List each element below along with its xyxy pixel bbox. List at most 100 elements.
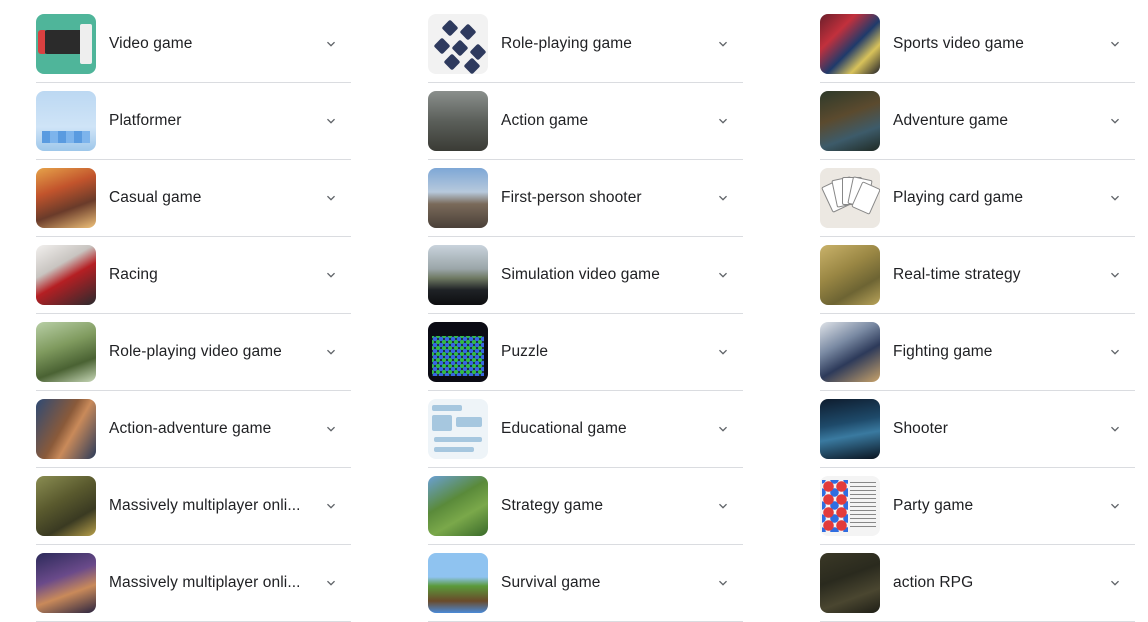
topic-label: Sports video game (893, 35, 1024, 52)
topic-row-role-playing-game[interactable]: Role-playing game (428, 6, 743, 83)
topic-label: Educational game (501, 420, 627, 437)
topic-row-simulation-video-game[interactable]: Simulation video game (428, 237, 743, 314)
chevron-down-icon[interactable] (715, 36, 731, 52)
shooter-thumbnail (820, 399, 880, 459)
topic-row-mmo-2[interactable]: Massively multiplayer onli... (36, 545, 351, 622)
topic-label: Adventure game (893, 112, 1009, 129)
casual-game-thumbnail (36, 168, 96, 228)
topic-label: Platformer (109, 112, 182, 129)
chevron-down-icon[interactable] (323, 421, 339, 437)
sports-video-game-thumbnail (820, 14, 880, 74)
simulation-video-game-thumbnail (428, 245, 488, 305)
chevron-down-icon[interactable] (323, 344, 339, 360)
topic-row-shooter[interactable]: Shooter (820, 391, 1135, 468)
topic-row-survival-game[interactable]: Survival game (428, 545, 743, 622)
action-rpg-thumbnail (820, 553, 880, 613)
educational-game-thumbnail (428, 399, 488, 459)
chevron-down-icon[interactable] (715, 113, 731, 129)
chevron-down-icon[interactable] (1107, 113, 1123, 129)
survival-game-thumbnail (428, 553, 488, 613)
topic-row-role-playing-video-game[interactable]: Role-playing video game (36, 314, 351, 391)
topics-column-3: Sports video game Adventure game Playing… (820, 6, 1135, 622)
action-adventure-game-thumbnail (36, 399, 96, 459)
chevron-down-icon[interactable] (715, 575, 731, 591)
topic-row-puzzle[interactable]: Puzzle (428, 314, 743, 391)
topic-row-fighting-game[interactable]: Fighting game (820, 314, 1135, 391)
chevron-down-icon[interactable] (1107, 36, 1123, 52)
topic-label: Real-time strategy (893, 266, 1021, 283)
role-playing-game-thumbnail (428, 14, 488, 74)
topic-row-action-rpg[interactable]: action RPG (820, 545, 1135, 622)
topic-label: Action-adventure game (109, 420, 272, 437)
topic-label: Playing card game (893, 189, 1024, 206)
topic-label: Action game (501, 112, 589, 129)
action-game-thumbnail (428, 91, 488, 151)
topic-label: Massively multiplayer onli... (109, 497, 301, 514)
first-person-shooter-thumbnail (428, 168, 488, 228)
topic-row-mmo-1[interactable]: Massively multiplayer onli... (36, 468, 351, 545)
real-time-strategy-thumbnail (820, 245, 880, 305)
topics-column-2: Role-playing game Action game First-pers… (428, 6, 743, 622)
topic-label: Role-playing game (501, 35, 632, 52)
chevron-down-icon[interactable] (1107, 344, 1123, 360)
mmo-thumbnail-2 (36, 553, 96, 613)
chevron-down-icon[interactable] (715, 421, 731, 437)
topic-row-adventure-game[interactable]: Adventure game (820, 83, 1135, 160)
topic-label: action RPG (893, 574, 974, 591)
topic-row-playing-card-game[interactable]: Playing card game (820, 160, 1135, 237)
chevron-down-icon[interactable] (323, 190, 339, 206)
chevron-down-icon[interactable] (1107, 421, 1123, 437)
role-playing-video-game-thumbnail (36, 322, 96, 382)
topic-label: Shooter (893, 420, 948, 437)
topic-label: Survival game (501, 574, 601, 591)
party-game-thumbnail (820, 476, 880, 536)
adventure-game-thumbnail (820, 91, 880, 151)
mmo-thumbnail (36, 476, 96, 536)
topic-row-party-game[interactable]: Party game (820, 468, 1135, 545)
chevron-down-icon[interactable] (323, 36, 339, 52)
chevron-down-icon[interactable] (1107, 267, 1123, 283)
topic-label: Casual game (109, 189, 202, 206)
topic-label: Fighting game (893, 343, 993, 360)
topic-row-casual-game[interactable]: Casual game (36, 160, 351, 237)
video-game-thumbnail (36, 14, 96, 74)
chevron-down-icon[interactable] (323, 575, 339, 591)
chevron-down-icon[interactable] (715, 190, 731, 206)
chevron-down-icon[interactable] (323, 113, 339, 129)
topic-row-action-game[interactable]: Action game (428, 83, 743, 160)
chevron-down-icon[interactable] (715, 267, 731, 283)
racing-thumbnail (36, 245, 96, 305)
topic-row-sports-video-game[interactable]: Sports video game (820, 6, 1135, 83)
topic-row-video-game[interactable]: Video game (36, 6, 351, 83)
topic-row-action-adventure-game[interactable]: Action-adventure game (36, 391, 351, 468)
chevron-down-icon[interactable] (1107, 190, 1123, 206)
strategy-game-thumbnail (428, 476, 488, 536)
topic-row-strategy-game[interactable]: Strategy game (428, 468, 743, 545)
topic-row-real-time-strategy[interactable]: Real-time strategy (820, 237, 1135, 314)
topic-row-platformer[interactable]: Platformer (36, 83, 351, 160)
chevron-down-icon[interactable] (715, 498, 731, 514)
puzzle-thumbnail (428, 322, 488, 382)
chevron-down-icon[interactable] (323, 498, 339, 514)
topic-label: Simulation video game (501, 266, 660, 283)
chevron-down-icon[interactable] (1107, 498, 1123, 514)
topic-label: Massively multiplayer onli... (109, 574, 301, 591)
playing-card-game-thumbnail (820, 168, 880, 228)
chevron-down-icon[interactable] (1107, 575, 1123, 591)
topic-label: Strategy game (501, 497, 604, 514)
topic-row-racing[interactable]: Racing (36, 237, 351, 314)
chevron-down-icon[interactable] (323, 267, 339, 283)
platformer-thumbnail (36, 91, 96, 151)
chevron-down-icon[interactable] (715, 344, 731, 360)
topic-label: Puzzle (501, 343, 549, 360)
topic-label: Role-playing video game (109, 343, 282, 360)
topic-row-educational-game[interactable]: Educational game (428, 391, 743, 468)
topic-label: Racing (109, 266, 158, 283)
topic-label: Video game (109, 35, 193, 52)
topics-column-1: Video game Platformer Casual game Racing… (36, 6, 351, 622)
related-topics-grid: Video game Platformer Casual game Racing… (0, 0, 1148, 622)
fighting-game-thumbnail (820, 322, 880, 382)
topic-row-first-person-shooter[interactable]: First-person shooter (428, 160, 743, 237)
topic-label: First-person shooter (501, 189, 642, 206)
topic-label: Party game (893, 497, 974, 514)
